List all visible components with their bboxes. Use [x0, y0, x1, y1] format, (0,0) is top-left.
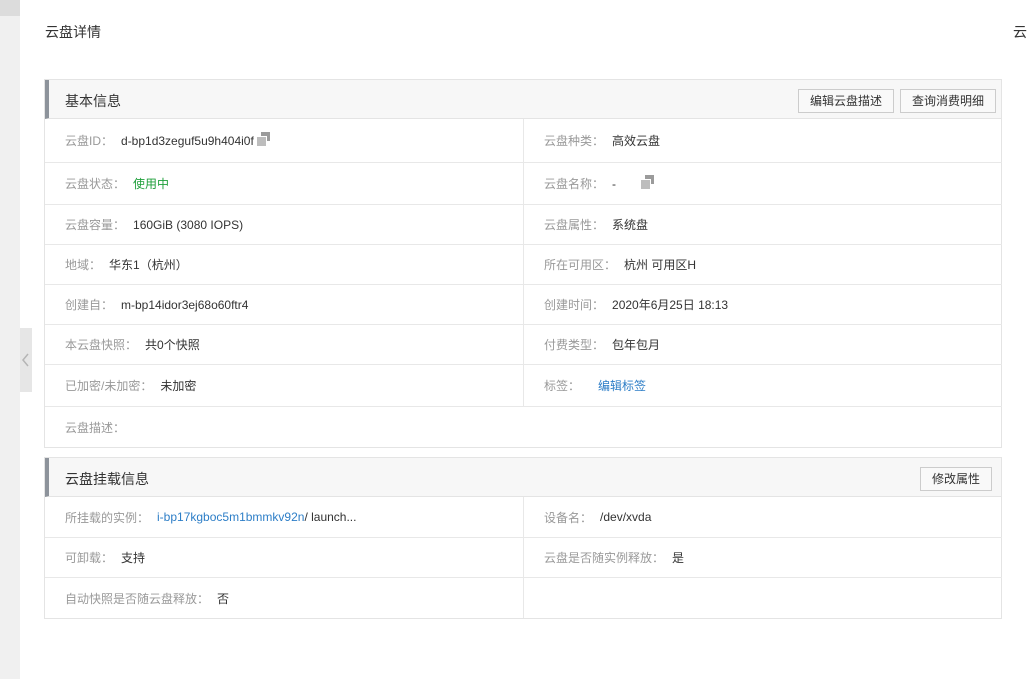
copy-icon[interactable] [641, 175, 655, 189]
field-label: 所在可用区： [544, 258, 617, 272]
disk-type-value: 高效云盘 [612, 134, 661, 148]
detachable-value: 支持 [121, 551, 146, 565]
mount-info-grid: 所挂载的实例： i-bp17kgboc5m1bmmkv92n / launch.… [45, 497, 1002, 618]
field-label: 创建自： [65, 298, 114, 312]
field-snapshot-release: 自动快照是否随云盘释放： 否 [45, 578, 524, 618]
field-label: 云盘属性： [544, 218, 605, 232]
snapshots-value: 共0个快照 [145, 338, 200, 352]
field-label: 所挂载的实例： [65, 510, 150, 525]
edge-cut-text: 云 [1013, 24, 1027, 40]
field-label: 可卸载： [65, 551, 114, 565]
mount-info-header: 云盘挂载信息 修改属性 [45, 458, 1001, 497]
field-label: 云盘名称： [544, 177, 605, 191]
field-billing-type: 付费类型： 包年包月 [524, 325, 1002, 365]
field-created-time: 创建时间： 2020年6月25日 18:13 [524, 285, 1002, 325]
field-release-with-instance: 云盘是否随实例释放： 是 [524, 538, 1002, 578]
mount-info-panel: 云盘挂载信息 修改属性 所挂载的实例： i-bp17kgboc5m1bmmkv9… [44, 457, 1002, 619]
field-detachable: 可卸载： 支持 [45, 538, 524, 578]
section-title: 基本信息 [65, 93, 121, 109]
section-title: 云盘挂载信息 [65, 471, 149, 487]
field-label: 云盘容量： [65, 218, 126, 232]
field-label: 标签： [544, 379, 581, 393]
field-instance: 所挂载的实例： i-bp17kgboc5m1bmmkv92n / launch.… [45, 497, 524, 538]
field-status: 云盘状态： 使用中 [45, 163, 524, 205]
field-snapshots: 本云盘快照： 共0个快照 [45, 325, 524, 365]
field-label: 地域： [65, 258, 102, 272]
created-time-value: 2020年6月25日 18:13 [612, 298, 729, 312]
field-tags: 标签： 编辑标签 [524, 365, 1002, 407]
modify-attribute-button[interactable]: 修改属性 [920, 467, 993, 491]
field-label: 本云盘快照： [65, 338, 138, 352]
field-label: 云盘状态： [65, 177, 126, 191]
instance-id-link[interactable]: i-bp17kgboc5m1bmmkv92n [157, 510, 304, 524]
sidebar-collapse-handle[interactable] [20, 328, 32, 392]
field-description: 云盘描述： [45, 407, 1002, 447]
disk-name-value: - [612, 176, 617, 191]
field-disk-type: 云盘种类： 高效云盘 [524, 119, 1002, 163]
status-badge: 使用中 [133, 177, 170, 191]
left-rail [0, 0, 20, 679]
field-label: 已加密/未加密： [65, 379, 153, 393]
created-from-value: m-bp14idor3ej68o60ftr4 [121, 297, 249, 312]
billing-type-value: 包年包月 [612, 338, 661, 352]
field-disk-id: 云盘ID： d-bp1d3zeguf5u9h404i0f [45, 119, 524, 163]
page-title: 云盘详情 [45, 24, 101, 40]
field-label: 云盘ID： [65, 134, 114, 148]
field-disk-name: 云盘名称： - [524, 163, 1002, 205]
field-label: 云盘种类： [544, 134, 605, 148]
field-region: 地域： 华东1（杭州） [45, 245, 524, 285]
edit-disk-description-button[interactable]: 编辑云盘描述 [798, 89, 895, 113]
instance-name-value: / launch... [304, 510, 357, 524]
query-billing-details-button[interactable]: 查询消费明细 [900, 89, 997, 113]
left-rail-top [0, 0, 20, 16]
zone-value: 杭州 可用区H [624, 258, 697, 272]
edit-tags-link[interactable]: 编辑标签 [598, 377, 646, 394]
basic-info-header: 基本信息 编辑云盘描述 查询消费明细 [45, 80, 1001, 119]
field-attribute: 云盘属性： 系统盘 [524, 205, 1002, 245]
field-label: 云盘是否随实例释放： [544, 551, 665, 565]
region-value: 华东1（杭州） [109, 258, 188, 272]
release-with-instance-value: 是 [672, 551, 685, 565]
field-encryption: 已加密/未加密： 未加密 [45, 365, 524, 407]
disk-id-value: d-bp1d3zeguf5u9h404i0f [121, 133, 254, 148]
field-label: 自动快照是否随云盘释放： [65, 591, 210, 606]
field-capacity: 云盘容量： 160GiB (3080 IOPS) [45, 205, 524, 245]
basic-info-grid: 云盘ID： d-bp1d3zeguf5u9h404i0f 云盘种类： 高效云盘 … [45, 119, 1002, 447]
field-label: 设备名： [544, 510, 593, 525]
copy-icon[interactable] [256, 132, 270, 146]
basic-info-panel: 基本信息 编辑云盘描述 查询消费明细 云盘ID： d-bp1d3zeguf5u9… [44, 79, 1002, 448]
field-created-from: 创建自： m-bp14idor3ej68o60ftr4 [45, 285, 524, 325]
chevron-left-icon [22, 353, 29, 367]
field-device: 设备名： /dev/xvda [524, 497, 1002, 538]
encryption-value: 未加密 [160, 379, 197, 393]
snapshot-release-value: 否 [217, 591, 230, 606]
device-value: /dev/xvda [600, 510, 652, 524]
field-label: 付费类型： [544, 338, 605, 352]
attribute-value: 系统盘 [612, 218, 649, 232]
empty-cell [524, 578, 1002, 618]
capacity-value: 160GiB (3080 IOPS) [133, 217, 244, 232]
field-label: 云盘描述： [65, 420, 126, 435]
field-label: 创建时间： [544, 298, 605, 312]
field-zone: 所在可用区： 杭州 可用区H [524, 245, 1002, 285]
